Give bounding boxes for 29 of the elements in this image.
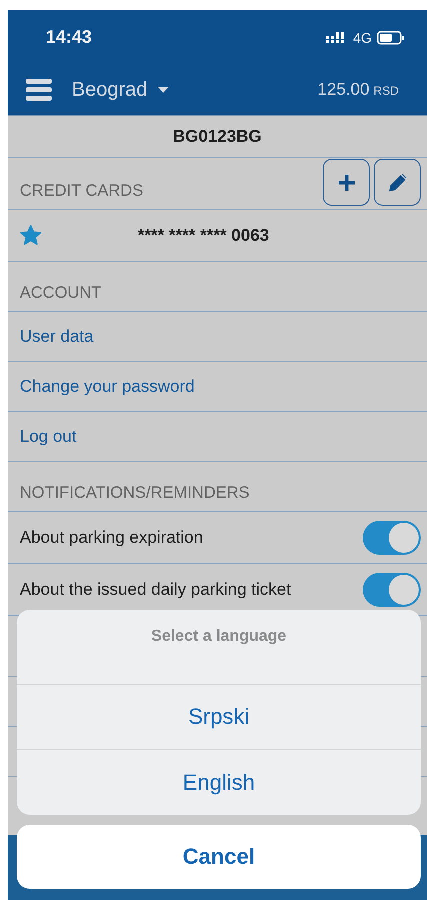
cancel-button[interactable]: Cancel [17,825,421,889]
network-label: 4G [353,30,372,46]
menu-icon[interactable] [26,79,52,101]
account-link[interactable]: Log out [8,412,427,462]
toggle-switch[interactable] [363,520,421,554]
sheet-title: Select a language [151,628,287,647]
edit-button[interactable] [374,159,421,206]
status-time: 14:43 [46,27,92,48]
toggle-switch[interactable] [363,572,421,606]
caret-icon [158,87,169,93]
account-link[interactable]: User data [8,312,427,362]
language-option[interactable]: Srpski [17,685,421,750]
battery-icon [377,30,405,44]
section-heading: CREDIT CARDS [20,182,144,201]
add-button[interactable] [323,159,370,206]
balance-amount: 125.00 [318,80,370,100]
section-heading: NOTIFICATIONS/REMINDERS [20,484,250,503]
license-plate: BG0123BG [173,126,262,146]
notification-label: About the issued daily parking ticket [20,580,292,600]
card-number: **** **** **** 0063 [138,226,270,246]
section-heading: ACCOUNT [20,284,102,303]
city-dropdown[interactable]: Beograd [72,78,169,102]
plus-icon [338,174,356,192]
currency-label: RSD [374,84,399,98]
pencil-icon [388,172,408,192]
notification-label: About parking expiration [20,528,204,548]
filled-star-icon[interactable] [20,225,42,246]
language-option[interactable]: English [17,750,421,815]
account-link[interactable]: Change your password [8,362,427,412]
